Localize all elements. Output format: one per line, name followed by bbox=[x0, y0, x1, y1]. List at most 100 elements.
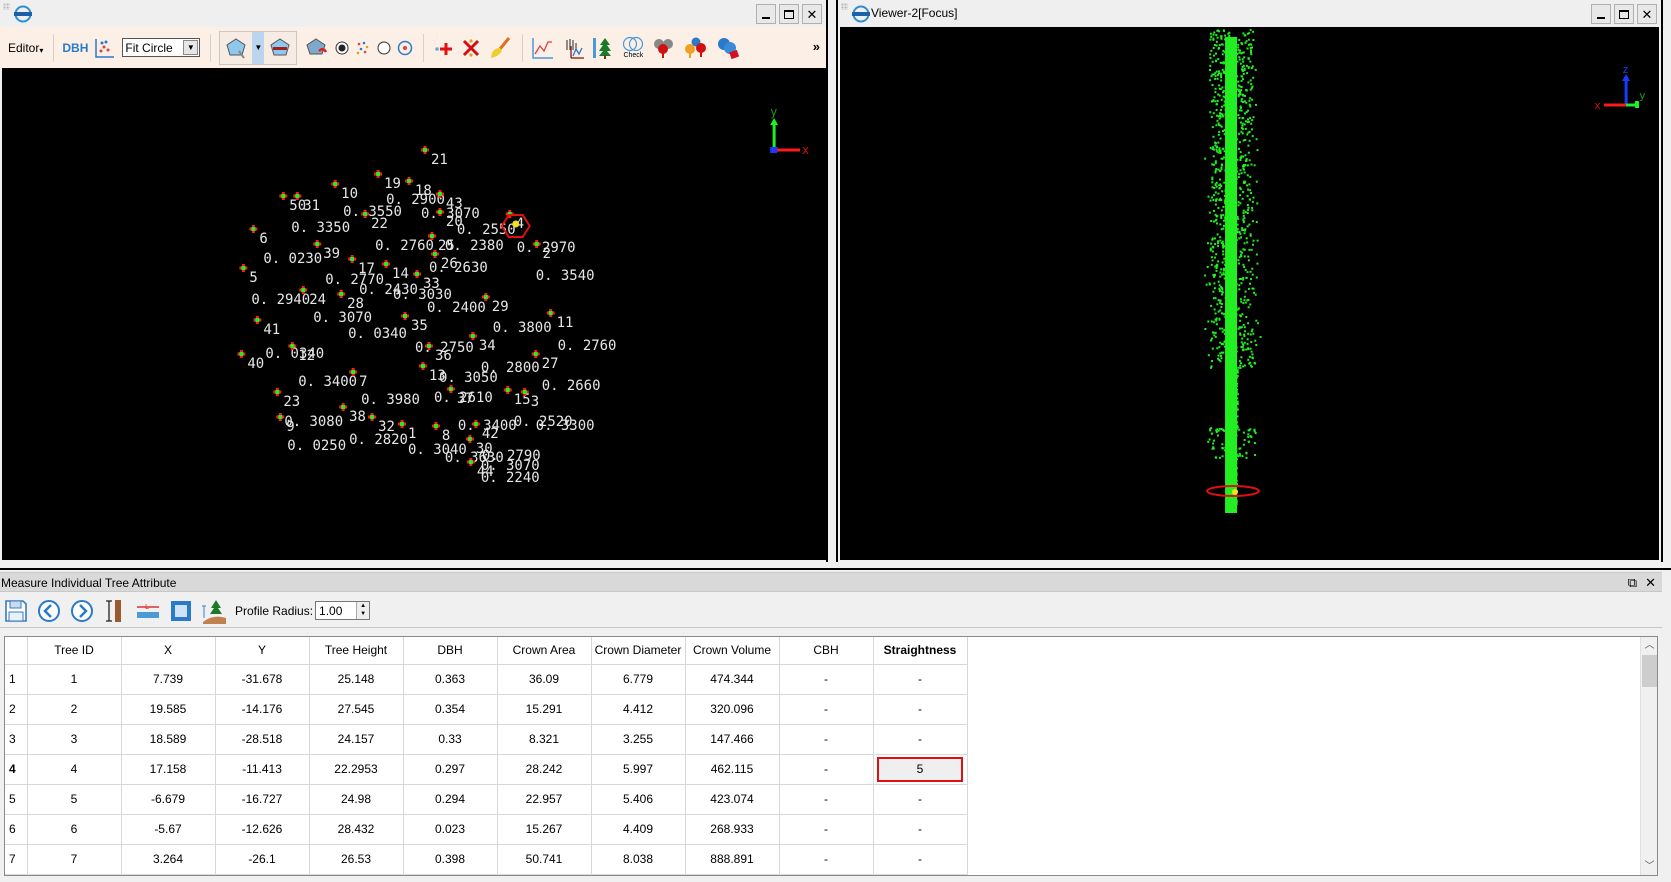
scroll-thumb[interactable] bbox=[1642, 655, 1657, 687]
table-cell[interactable]: 474.344 bbox=[684, 663, 780, 695]
table-row[interactable]: 2 2 19.585 -14.176 27.545 0.354 15.291 4.412 320… bbox=[5, 693, 968, 725]
drag-grip-icon[interactable] bbox=[3, 3, 10, 10]
save-button[interactable] bbox=[2, 597, 30, 625]
brush-button[interactable] bbox=[488, 33, 512, 63]
tree-marker[interactable] bbox=[374, 170, 383, 178]
previous-tree-button[interactable] bbox=[35, 597, 63, 625]
delete-points-button[interactable] bbox=[460, 33, 482, 63]
close-button[interactable]: ✕ bbox=[1637, 4, 1657, 24]
select-polygon-button[interactable] bbox=[224, 33, 248, 63]
table-cell[interactable]: 25.148 bbox=[308, 663, 404, 695]
table-cell[interactable]: 24.157 bbox=[308, 723, 404, 755]
table-cell[interactable]: - bbox=[872, 693, 968, 725]
tree-eraser-button[interactable] bbox=[715, 33, 741, 63]
toolbar-overflow-button[interactable]: » bbox=[813, 39, 820, 54]
table-cell[interactable]: 2 bbox=[26, 693, 122, 725]
table-cell[interactable]: 5 bbox=[26, 783, 122, 815]
table-cell[interactable]: 19.585 bbox=[120, 693, 216, 725]
table-cell[interactable]: 4.412 bbox=[590, 693, 686, 725]
tree-marker[interactable] bbox=[249, 225, 258, 233]
table-cell[interactable]: 3 bbox=[26, 723, 122, 755]
profile-radius-value[interactable]: 1.00 bbox=[319, 604, 342, 618]
profile-chart-button[interactable] bbox=[531, 33, 555, 63]
tree-marker[interactable] bbox=[405, 177, 414, 185]
measure-length-button[interactable]: L bbox=[134, 597, 162, 625]
table-cell[interactable]: 1 bbox=[26, 663, 122, 695]
close-button[interactable]: ✕ bbox=[802, 4, 822, 24]
table-cell[interactable]: 4 bbox=[26, 753, 122, 785]
table-cell[interactable]: -12.626 bbox=[214, 813, 310, 845]
row-header[interactable]: 7 bbox=[5, 843, 28, 875]
spin-down-icon[interactable]: ▼ bbox=[357, 610, 369, 618]
table-cell[interactable]: -28.518 bbox=[214, 723, 310, 755]
top-view-point-cloud[interactable]: 21190. 2900100. 3550180. 307043500. 3350… bbox=[2, 68, 826, 560]
viewer-2-titlebar[interactable]: Viewer-2[Focus] ✕ bbox=[838, 0, 1661, 27]
table-cell[interactable]: 3.264 bbox=[120, 843, 216, 875]
table-cell[interactable]: -14.176 bbox=[214, 693, 310, 725]
row-header[interactable]: 3 bbox=[5, 723, 28, 755]
table-cell[interactable]: 0.023 bbox=[402, 813, 498, 845]
table-row[interactable]: 7 7 3.264 -26.1 26.53 0.398 50.741 8.038 888.891… bbox=[5, 843, 968, 875]
viewer-1-titlebar[interactable]: ✕ bbox=[0, 0, 826, 27]
minimize-button[interactable] bbox=[756, 4, 776, 24]
table-cell[interactable]: - bbox=[778, 843, 874, 875]
tree-marker[interactable] bbox=[253, 316, 262, 324]
table-cell[interactable]: 50.741 bbox=[496, 843, 592, 875]
table-cell[interactable]: - bbox=[778, 813, 874, 845]
table-row[interactable]: 1 1 7.739 -31.678 25.148 0.363 36.09 6.779 474.3… bbox=[5, 663, 968, 695]
table-cell[interactable]: 7 bbox=[26, 843, 122, 875]
drag-grip-icon[interactable] bbox=[841, 3, 848, 10]
row-header[interactable]: 4 bbox=[5, 753, 28, 785]
table-cell[interactable]: 0.297 bbox=[402, 753, 498, 785]
table-cell[interactable]: 462.115 bbox=[684, 753, 780, 785]
row-header[interactable]: 2 bbox=[5, 693, 28, 725]
table-cell[interactable]: 268.933 bbox=[684, 813, 780, 845]
next-tree-button[interactable] bbox=[68, 597, 96, 625]
column-header[interactable]: DBH bbox=[402, 637, 498, 665]
table-cell[interactable]: -31.678 bbox=[214, 663, 310, 695]
tree-marker[interactable] bbox=[431, 422, 440, 430]
table-cell[interactable]: 0.398 bbox=[402, 843, 498, 875]
tree-marker[interactable] bbox=[337, 290, 346, 298]
table-cell[interactable]: 24.98 bbox=[308, 783, 404, 815]
float-panel-button[interactable]: ⧉ bbox=[1628, 575, 1637, 591]
table-cell[interactable]: 15.267 bbox=[496, 813, 592, 845]
panel-header[interactable]: Measure Individual Tree Attribute ⧉ ✕ bbox=[0, 572, 1662, 592]
table-cell[interactable]: 18.589 bbox=[120, 723, 216, 755]
table-cell[interactable]: 8.038 bbox=[590, 843, 686, 875]
table-row[interactable]: 4 4 17.158 -11.413 22.2953 0.297 28.242 5.997 46… bbox=[5, 753, 968, 785]
table-cell[interactable]: 423.074 bbox=[684, 783, 780, 815]
row-header[interactable]: 6 bbox=[5, 813, 28, 845]
table-cell[interactable]: 888.891 bbox=[684, 843, 780, 875]
tree-marker[interactable] bbox=[398, 420, 407, 428]
editor-menu-button[interactable]: Editor ▾ bbox=[8, 33, 43, 63]
row-header[interactable]: 1 bbox=[5, 663, 28, 695]
tree-marker[interactable] bbox=[465, 435, 474, 443]
tree-marker[interactable] bbox=[313, 240, 322, 248]
table-cell[interactable]: 7.739 bbox=[120, 663, 216, 695]
table-cell[interactable]: 17.158 bbox=[120, 753, 216, 785]
tree-marker[interactable] bbox=[339, 403, 348, 411]
radio-mode-points-selected[interactable] bbox=[335, 33, 349, 63]
table-cell[interactable]: 3.255 bbox=[590, 723, 686, 755]
table-cell[interactable]: - bbox=[872, 843, 968, 875]
dbh-button[interactable]: DBH bbox=[62, 33, 88, 63]
table-cell[interactable]: 5 bbox=[872, 753, 968, 785]
check-button[interactable]: Check bbox=[621, 33, 645, 63]
column-header[interactable]: Crown Volume bbox=[684, 637, 780, 665]
table-cell[interactable]: 0.354 bbox=[402, 693, 498, 725]
tree-marker[interactable] bbox=[401, 312, 410, 320]
table-cell[interactable]: 36.09 bbox=[496, 663, 592, 695]
column-header[interactable]: X bbox=[120, 637, 216, 665]
column-header[interactable]: Tree ID bbox=[26, 637, 122, 665]
tree-marker[interactable] bbox=[413, 270, 421, 278]
table-cell[interactable]: - bbox=[778, 783, 874, 815]
tree-marker[interactable] bbox=[276, 413, 285, 421]
tree-marker[interactable] bbox=[468, 332, 477, 340]
selected-cell-editor[interactable]: 5 bbox=[877, 756, 963, 782]
table-cell[interactable]: 0.363 bbox=[402, 663, 498, 695]
table-cell[interactable]: -11.413 bbox=[214, 753, 310, 785]
minimize-button[interactable] bbox=[1591, 4, 1611, 24]
tree-marker[interactable] bbox=[273, 388, 282, 396]
tree-marker[interactable] bbox=[348, 255, 357, 263]
